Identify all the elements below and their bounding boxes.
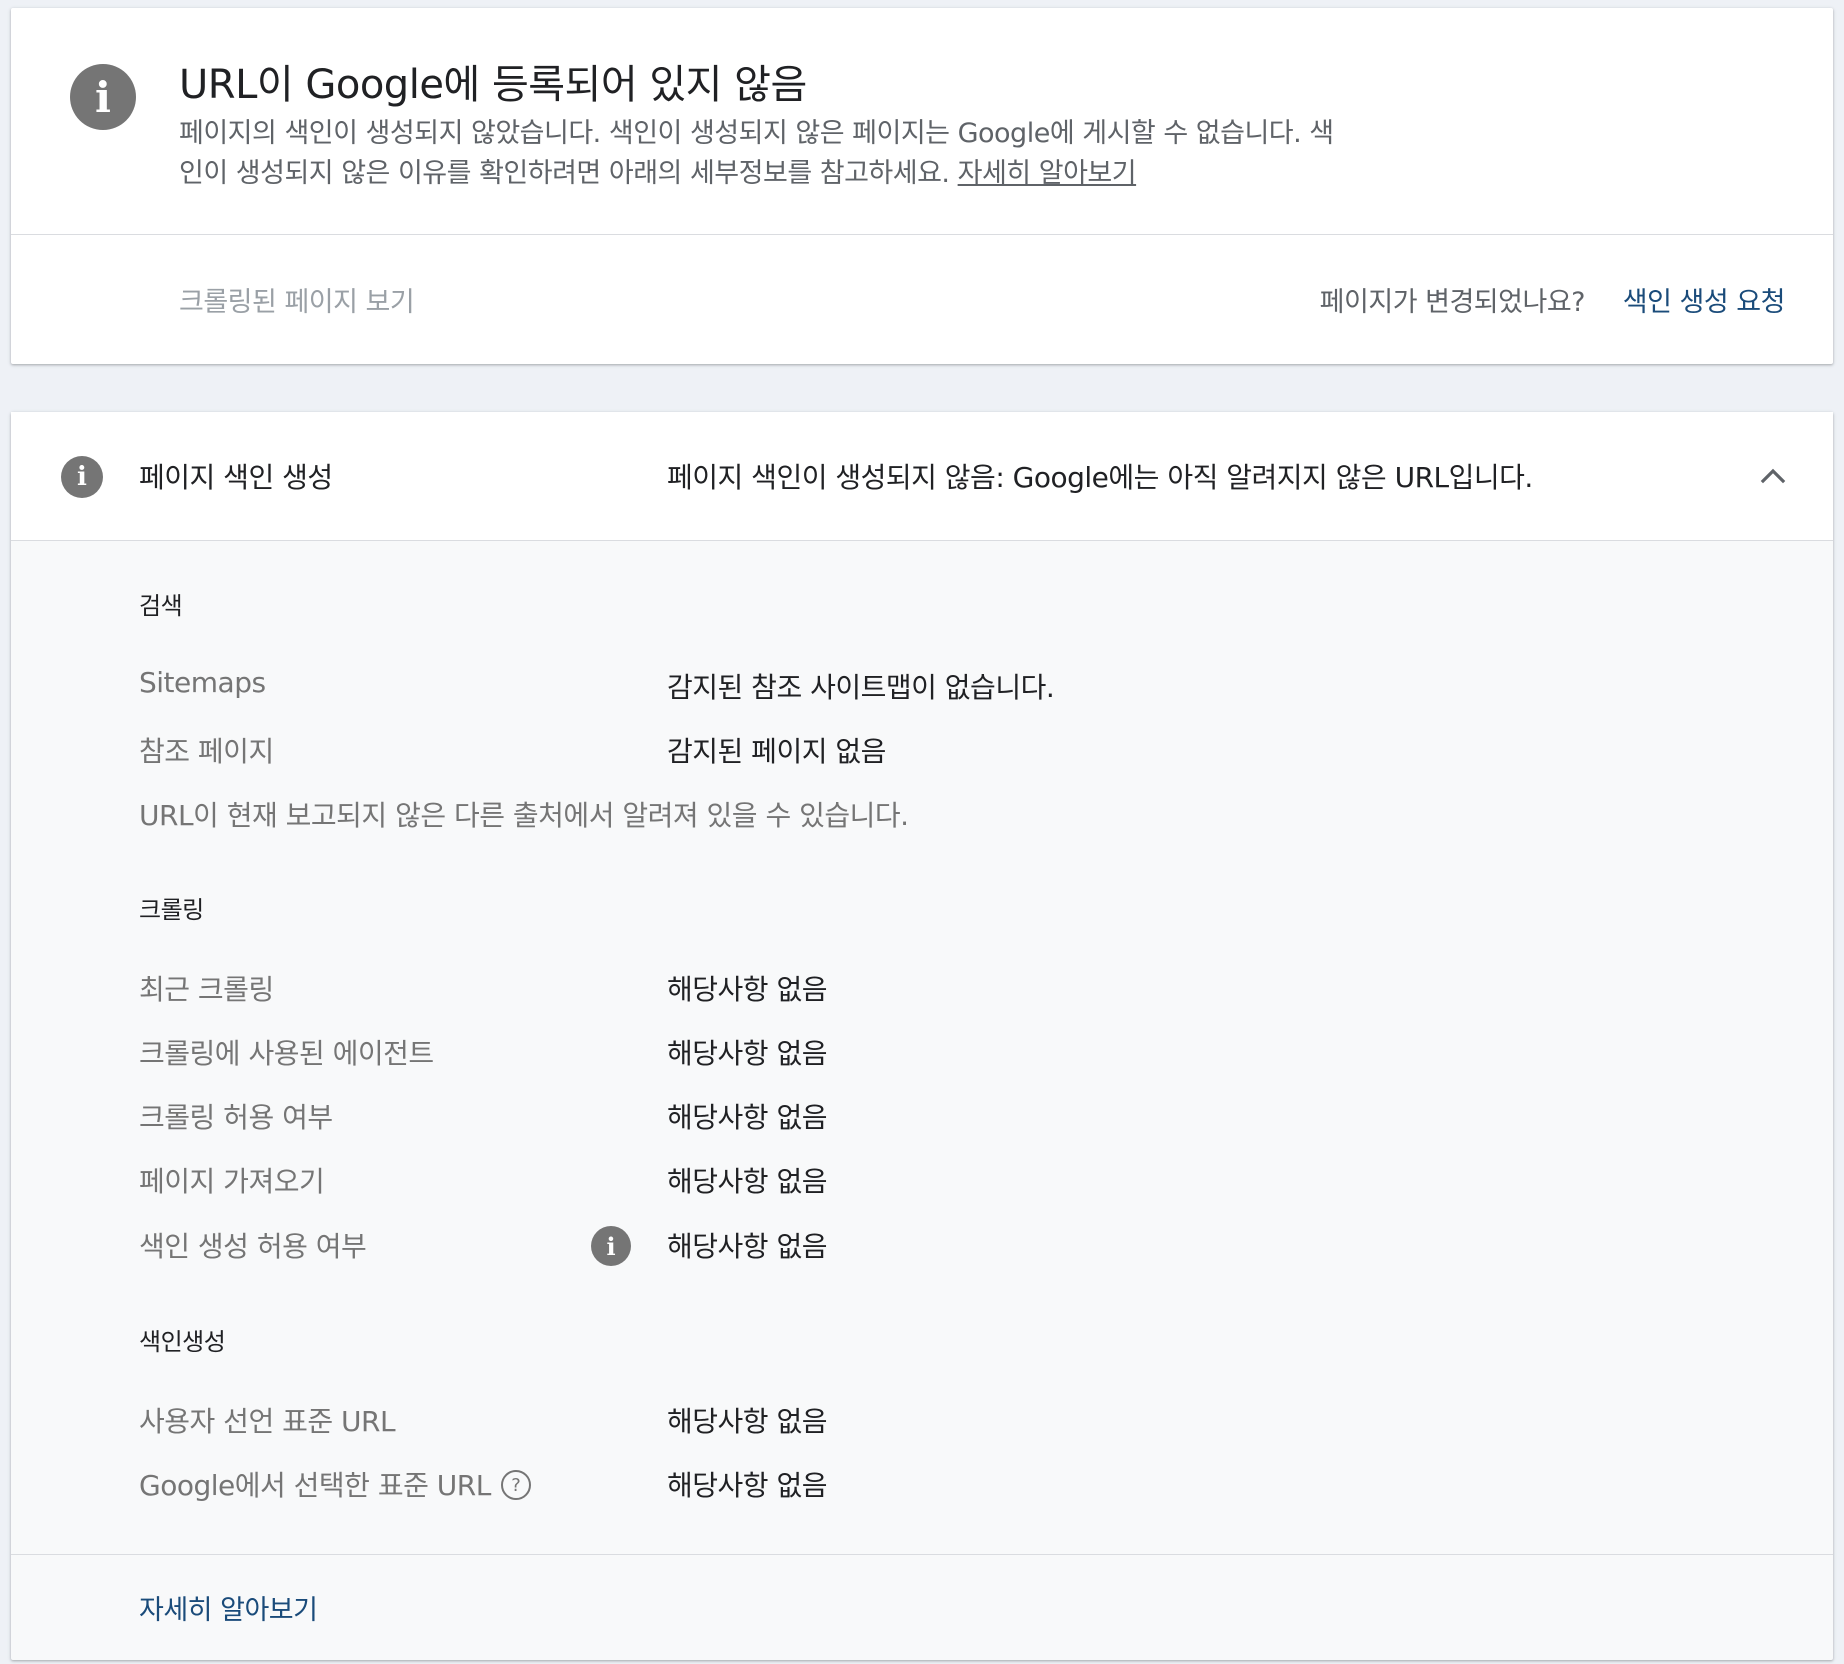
row-label-crawl-allowed: 크롤링 허용 여부 <box>139 1101 333 1134</box>
row-value-last-crawl: 해당사항 없음 <box>667 973 827 1006</box>
indexing-header-value: 페이지 색인이 생성되지 않음: Google에는 아직 알려지지 않은 URL… <box>667 461 1533 494</box>
learn-more-link[interactable]: 자세히 알아보기 <box>958 158 1137 189</box>
row-label-page-fetch: 페이지 가져오기 <box>139 1165 325 1198</box>
page-indexing-card: i 페이지 색인 생성 페이지 색인이 생성되지 않음: Google에는 아직… <box>11 412 1833 1660</box>
row-value-crawl-allowed: 해당사항 없음 <box>667 1101 827 1134</box>
row-value-user-canonical: 해당사항 없음 <box>667 1405 827 1438</box>
page-indexing-header[interactable]: i 페이지 색인 생성 페이지 색인이 생성되지 않음: Google에는 아직… <box>11 412 1833 541</box>
section-heading-indexing: 색인생성 <box>139 1328 226 1356</box>
row-value-indexing-allowed: 해당사항 없음 <box>667 1230 827 1263</box>
help-icon[interactable]: ? <box>500 1470 531 1500</box>
indexing-header-label: 페이지 색인 생성 <box>139 461 333 494</box>
divider <box>11 1554 1833 1555</box>
chevron-up-icon[interactable] <box>1759 462 1787 490</box>
row-label-referring-page: 참조 페이지 <box>139 735 274 768</box>
status-description: 페이지의 색인이 생성되지 않았습니다. 색인이 생성되지 않은 페이지는 Go… <box>179 114 1349 194</box>
row-label-indexing-allowed: 색인 생성 허용 여부 <box>139 1230 367 1263</box>
row-label-user-canonical: 사용자 선언 표준 URL <box>139 1405 396 1438</box>
indexing-info-icon: i <box>61 456 103 498</box>
row-google-canonical: Google에서 선택한 표준 URL? <box>139 1464 531 1504</box>
row-label-crawled-as: 크롤링에 사용된 에이전트 <box>139 1037 434 1070</box>
row-value-crawled-as: 해당사항 없음 <box>667 1037 827 1070</box>
url-status-card: i URL이 Google에 등록되어 있지 않음 페이지의 색인이 생성되지 … <box>11 8 1833 364</box>
row-value-google-canonical: 해당사항 없음 <box>667 1469 827 1502</box>
row-label-sitemaps: Sitemaps <box>139 666 266 699</box>
section-heading-crawl: 크롤링 <box>139 896 204 924</box>
discovery-note: URL이 현재 보고되지 않은 다른 출처에서 알려져 있을 수 있습니다. <box>139 799 909 832</box>
status-description-text: 페이지의 색인이 생성되지 않았습니다. 색인이 생성되지 않은 페이지는 Go… <box>179 118 1334 189</box>
status-title: URL이 Google에 등록되어 있지 않음 <box>179 62 807 108</box>
row-value-page-fetch: 해당사항 없음 <box>667 1165 827 1198</box>
view-crawled-page-button[interactable]: 크롤링된 페이지 보기 <box>179 280 415 319</box>
row-value-sitemaps: 감지된 참조 사이트맵이 없습니다. <box>667 671 1055 704</box>
row-label-google-canonical: Google에서 선택한 표준 URL <box>139 1469 491 1502</box>
page-changed-question: 페이지가 변경되었나요? <box>1319 287 1586 318</box>
status-info-icon: i <box>57 51 149 143</box>
request-indexing-button[interactable]: 색인 생성 요청 <box>1623 280 1786 319</box>
row-value-referring-page: 감지된 페이지 없음 <box>667 735 886 768</box>
row-label-last-crawl: 최근 크롤링 <box>139 973 274 1006</box>
learn-more-button[interactable]: 자세히 알아보기 <box>139 1588 318 1627</box>
indexing-allowed-info-icon[interactable]: i <box>591 1226 631 1266</box>
section-heading-discovery: 검색 <box>139 592 183 620</box>
status-actions-bar: 크롤링된 페이지 보기 페이지가 변경되었나요? 색인 생성 요청 <box>11 235 1833 364</box>
